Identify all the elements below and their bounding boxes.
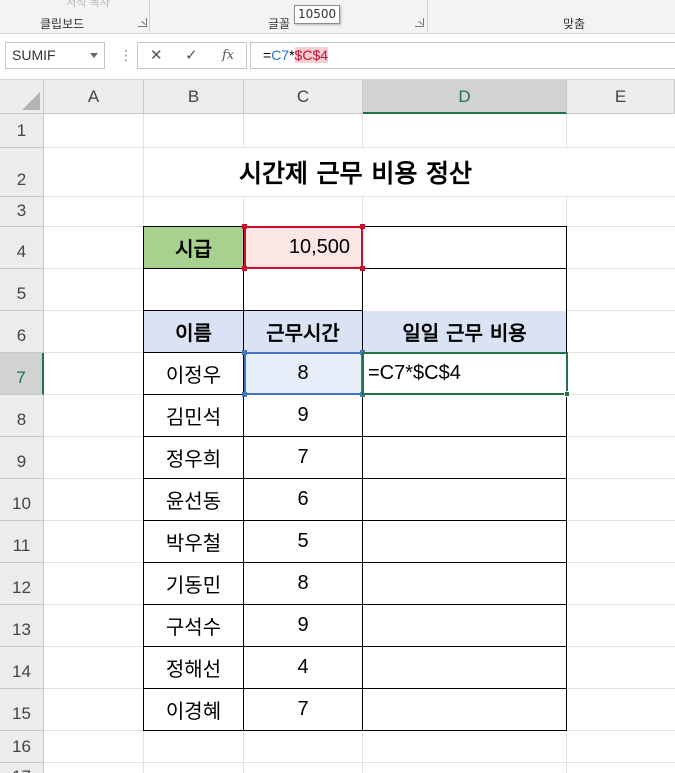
row-header-4[interactable]: 4 bbox=[0, 227, 44, 269]
row-header-7[interactable]: 7 bbox=[0, 353, 44, 395]
formula-buttons: ✕ ✓ fx bbox=[137, 42, 247, 69]
ref-handle[interactable] bbox=[242, 392, 247, 397]
hours-cell[interactable]: 4 bbox=[244, 647, 363, 689]
formula-input[interactable]: =C7*$C$4 bbox=[250, 42, 675, 69]
select-all-button[interactable] bbox=[0, 80, 44, 114]
row-header-17[interactable]: 17 bbox=[0, 763, 44, 773]
row-header-10[interactable]: 10 bbox=[0, 479, 44, 521]
name-cell[interactable]: 구석수 bbox=[144, 605, 244, 647]
cell-d5[interactable] bbox=[363, 269, 567, 311]
ref-handle[interactable] bbox=[360, 266, 365, 271]
daily-cost-cell[interactable] bbox=[363, 689, 567, 731]
row-header-13[interactable]: 13 bbox=[0, 605, 44, 647]
column-header-c[interactable]: C bbox=[244, 80, 363, 114]
name-cell[interactable]: 이경혜 bbox=[144, 689, 244, 731]
daily-cost-cell[interactable] bbox=[363, 647, 567, 689]
daily-cost-cell[interactable] bbox=[363, 563, 567, 605]
ribbon-divider bbox=[149, 0, 150, 32]
name-cell[interactable]: 김민석 bbox=[144, 395, 244, 437]
column-header-e[interactable]: E bbox=[567, 80, 675, 114]
ribbon-group-alignment: 맞춤 bbox=[563, 17, 586, 31]
row-header-9[interactable]: 9 bbox=[0, 437, 44, 479]
wage-label-cell[interactable]: 시급 bbox=[144, 227, 244, 269]
row-header-14[interactable]: 14 bbox=[0, 647, 44, 689]
header-name-cell[interactable]: 이름 bbox=[144, 311, 244, 353]
cancel-icon[interactable]: ✕ bbox=[150, 46, 163, 64]
hours-cell[interactable]: 9 bbox=[244, 395, 363, 437]
chevron-down-icon[interactable] bbox=[90, 53, 98, 58]
cell-b5[interactable] bbox=[144, 269, 244, 311]
cell-d4[interactable] bbox=[363, 227, 567, 269]
ribbon: 서식 복사 클립보드 글꼴 맞춤 10500 bbox=[0, 0, 675, 34]
gridline bbox=[44, 196, 675, 197]
hours-cell[interactable]: 7 bbox=[244, 689, 363, 731]
formula-bar: SUMIF ⋮ ✕ ✓ fx =C7*$C$4 bbox=[0, 34, 675, 80]
ribbon-group-clipboard: 클립보드 bbox=[40, 17, 85, 31]
sheet-title[interactable]: 시간제 근무 비용 정산 bbox=[144, 148, 567, 196]
formula-ref-c7: C7 bbox=[271, 47, 290, 63]
row-header-8[interactable]: 8 bbox=[0, 395, 44, 437]
row-header-1[interactable]: 1 bbox=[0, 114, 44, 148]
ref-handle[interactable] bbox=[242, 266, 247, 271]
column-header-b[interactable]: B bbox=[144, 80, 244, 114]
daily-cost-cell[interactable] bbox=[363, 479, 567, 521]
hours-cell[interactable]: 7 bbox=[244, 437, 363, 479]
fill-handle[interactable] bbox=[564, 391, 570, 397]
ref-handle[interactable] bbox=[242, 350, 247, 355]
column-header-d[interactable]: D bbox=[363, 80, 567, 114]
header-hours-cell[interactable]: 근무시간 bbox=[244, 311, 363, 353]
font-launcher-icon[interactable] bbox=[415, 18, 424, 27]
header-daily-cost-cell[interactable]: 일일 근무 비용 bbox=[363, 311, 567, 353]
name-cell[interactable]: 정우희 bbox=[144, 437, 244, 479]
value-tooltip: 10500 bbox=[294, 5, 341, 24]
gridline bbox=[44, 762, 675, 763]
row-header-16[interactable]: 16 bbox=[0, 731, 44, 763]
ref-handle[interactable] bbox=[360, 224, 365, 229]
daily-cost-cell[interactable] bbox=[363, 395, 567, 437]
name-box[interactable]: SUMIF bbox=[5, 42, 105, 69]
format-painter-label[interactable]: 서식 복사 bbox=[66, 0, 110, 10]
hours-cell[interactable]: 8 bbox=[244, 563, 363, 605]
name-cell[interactable]: 정해선 bbox=[144, 647, 244, 689]
hours-cell[interactable]: 5 bbox=[244, 521, 363, 563]
drag-handle-icon[interactable]: ⋮ bbox=[119, 48, 133, 64]
insert-function-icon[interactable]: fx bbox=[222, 48, 234, 63]
daily-cost-cell[interactable] bbox=[363, 437, 567, 479]
row-header-3[interactable]: 3 bbox=[0, 197, 44, 227]
ribbon-divider bbox=[427, 0, 428, 32]
daily-cost-cell[interactable] bbox=[363, 605, 567, 647]
active-cell-d7[interactable]: =C7*$C$4 bbox=[362, 352, 568, 395]
name-cell[interactable]: 윤선동 bbox=[144, 479, 244, 521]
formula-eq: = bbox=[263, 47, 272, 63]
name-cell[interactable]: 기동민 bbox=[144, 563, 244, 605]
row-header-2[interactable]: 2 bbox=[0, 148, 44, 197]
cell-c5[interactable] bbox=[244, 269, 363, 311]
row-header-15[interactable]: 15 bbox=[0, 689, 44, 731]
enter-icon[interactable]: ✓ bbox=[185, 46, 198, 64]
name-cell[interactable]: 박우철 bbox=[144, 521, 244, 563]
formula-ref-c4: $C$4 bbox=[294, 47, 329, 63]
wage-value-cell[interactable]: 10,500 bbox=[244, 227, 363, 269]
row-header-6[interactable]: 6 bbox=[0, 311, 44, 353]
hours-cell[interactable]: 6 bbox=[244, 479, 363, 521]
ribbon-group-font: 글꼴 bbox=[268, 17, 291, 31]
name-box-value: SUMIF bbox=[12, 47, 56, 63]
daily-cost-cell[interactable] bbox=[363, 521, 567, 563]
name-cell[interactable]: 이정우 bbox=[144, 353, 244, 395]
ref-handle[interactable] bbox=[242, 224, 247, 229]
hours-cell[interactable]: 9 bbox=[244, 605, 363, 647]
row-header-11[interactable]: 11 bbox=[0, 521, 44, 563]
clipboard-launcher-icon[interactable] bbox=[138, 18, 147, 27]
formula-operator: * bbox=[289, 47, 295, 63]
hours-cell[interactable]: 8 bbox=[244, 353, 363, 395]
row-header-12[interactable]: 12 bbox=[0, 563, 44, 605]
column-header-a[interactable]: A bbox=[44, 80, 144, 114]
row-header-5[interactable]: 5 bbox=[0, 269, 44, 311]
